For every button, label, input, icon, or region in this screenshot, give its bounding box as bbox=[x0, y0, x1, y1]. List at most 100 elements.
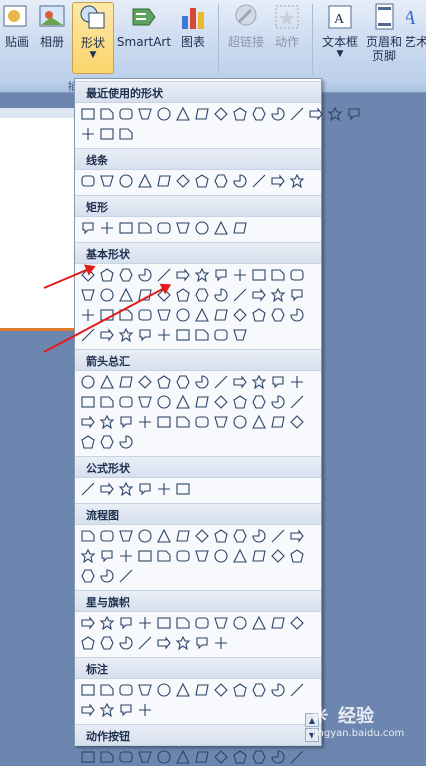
shape-button[interactable] bbox=[79, 547, 97, 565]
shape-button[interactable] bbox=[174, 614, 192, 632]
shape-button[interactable] bbox=[212, 105, 230, 123]
shape-button[interactable] bbox=[212, 634, 230, 652]
shape-button[interactable] bbox=[117, 547, 135, 565]
shape-button[interactable] bbox=[288, 413, 306, 431]
shape-button[interactable] bbox=[117, 480, 135, 498]
shape-button[interactable] bbox=[288, 527, 306, 545]
shape-button[interactable] bbox=[174, 393, 192, 411]
shape-button[interactable] bbox=[288, 172, 306, 190]
shape-button[interactable] bbox=[117, 567, 135, 585]
shape-button[interactable] bbox=[193, 266, 211, 284]
shape-button[interactable] bbox=[117, 286, 135, 304]
shape-button[interactable] bbox=[155, 393, 173, 411]
shape-button[interactable] bbox=[231, 105, 249, 123]
shape-button[interactable] bbox=[231, 527, 249, 545]
shape-button[interactable] bbox=[155, 373, 173, 391]
shape-button[interactable] bbox=[269, 614, 287, 632]
shape-button[interactable] bbox=[250, 266, 268, 284]
shape-button[interactable] bbox=[231, 393, 249, 411]
shape-button[interactable] bbox=[98, 681, 116, 699]
shape-button[interactable] bbox=[117, 326, 135, 344]
shape-button[interactable] bbox=[250, 172, 268, 190]
shape-button[interactable] bbox=[79, 373, 97, 391]
chart-button[interactable]: 图表 bbox=[176, 2, 210, 49]
shape-button[interactable] bbox=[117, 172, 135, 190]
shape-button[interactable] bbox=[117, 748, 135, 766]
shape-button[interactable] bbox=[79, 172, 97, 190]
shape-button[interactable] bbox=[174, 748, 192, 766]
shape-button[interactable] bbox=[136, 306, 154, 324]
shape-button[interactable] bbox=[136, 681, 154, 699]
shape-button[interactable] bbox=[193, 547, 211, 565]
hyperlink-button[interactable]: 超链接 bbox=[226, 2, 266, 49]
shape-button[interactable] bbox=[288, 373, 306, 391]
shape-button[interactable] bbox=[117, 634, 135, 652]
shape-button[interactable] bbox=[250, 614, 268, 632]
shape-button[interactable] bbox=[193, 748, 211, 766]
shape-button[interactable] bbox=[212, 413, 230, 431]
shape-button[interactable] bbox=[250, 373, 268, 391]
shape-button[interactable] bbox=[212, 326, 230, 344]
shape-button[interactable] bbox=[288, 286, 306, 304]
shape-button[interactable] bbox=[174, 634, 192, 652]
shape-button[interactable] bbox=[98, 433, 116, 451]
shape-button[interactable] bbox=[98, 701, 116, 719]
textbox-button[interactable]: A 文本框 ▼ bbox=[318, 2, 362, 59]
shape-button[interactable] bbox=[193, 172, 211, 190]
shape-button[interactable] bbox=[269, 393, 287, 411]
shape-button[interactable] bbox=[79, 480, 97, 498]
shape-button[interactable] bbox=[174, 286, 192, 304]
shape-button[interactable] bbox=[193, 306, 211, 324]
shape-button[interactable] bbox=[307, 105, 325, 123]
shape-button[interactable] bbox=[174, 306, 192, 324]
shape-button[interactable] bbox=[269, 748, 287, 766]
shape-button[interactable] bbox=[155, 748, 173, 766]
shape-button[interactable] bbox=[288, 266, 306, 284]
shape-button[interactable] bbox=[117, 219, 135, 237]
shape-button[interactable] bbox=[269, 306, 287, 324]
shape-button[interactable] bbox=[269, 413, 287, 431]
shape-button[interactable] bbox=[136, 634, 154, 652]
shape-button[interactable] bbox=[250, 393, 268, 411]
shape-button[interactable] bbox=[250, 527, 268, 545]
shape-button[interactable] bbox=[155, 306, 173, 324]
shape-button[interactable] bbox=[98, 413, 116, 431]
shape-button[interactable] bbox=[155, 634, 173, 652]
shape-button[interactable] bbox=[117, 413, 135, 431]
shape-button[interactable] bbox=[79, 219, 97, 237]
shape-button[interactable] bbox=[231, 547, 249, 565]
shape-button[interactable] bbox=[269, 547, 287, 565]
shape-button[interactable] bbox=[193, 634, 211, 652]
shape-button[interactable] bbox=[98, 634, 116, 652]
shape-button[interactable] bbox=[212, 393, 230, 411]
shape-button[interactable] bbox=[136, 393, 154, 411]
shape-button[interactable] bbox=[174, 219, 192, 237]
shape-button[interactable] bbox=[231, 614, 249, 632]
shape-button[interactable] bbox=[79, 433, 97, 451]
shape-button[interactable] bbox=[269, 105, 287, 123]
shape-button[interactable] bbox=[117, 125, 135, 143]
shape-button[interactable] bbox=[98, 480, 116, 498]
shape-button[interactable] bbox=[193, 219, 211, 237]
shapes-button[interactable]: 形状 ▼ bbox=[72, 2, 114, 74]
shape-button[interactable] bbox=[155, 547, 173, 565]
shape-button[interactable] bbox=[193, 681, 211, 699]
shape-button[interactable] bbox=[136, 219, 154, 237]
shape-button[interactable] bbox=[79, 306, 97, 324]
shape-button[interactable] bbox=[231, 286, 249, 304]
shape-button[interactable] bbox=[193, 373, 211, 391]
shape-button[interactable] bbox=[98, 219, 116, 237]
shape-button[interactable] bbox=[269, 527, 287, 545]
shape-button[interactable] bbox=[136, 527, 154, 545]
shape-button[interactable] bbox=[117, 433, 135, 451]
shape-button[interactable] bbox=[231, 681, 249, 699]
shape-button[interactable] bbox=[288, 748, 306, 766]
shape-button[interactable] bbox=[231, 373, 249, 391]
action-button[interactable]: 动作 bbox=[270, 2, 304, 49]
shape-button[interactable] bbox=[136, 413, 154, 431]
shape-button[interactable] bbox=[79, 681, 97, 699]
shape-button[interactable] bbox=[79, 413, 97, 431]
shape-button[interactable] bbox=[288, 614, 306, 632]
shape-button[interactable] bbox=[155, 527, 173, 545]
shape-button[interactable] bbox=[98, 748, 116, 766]
